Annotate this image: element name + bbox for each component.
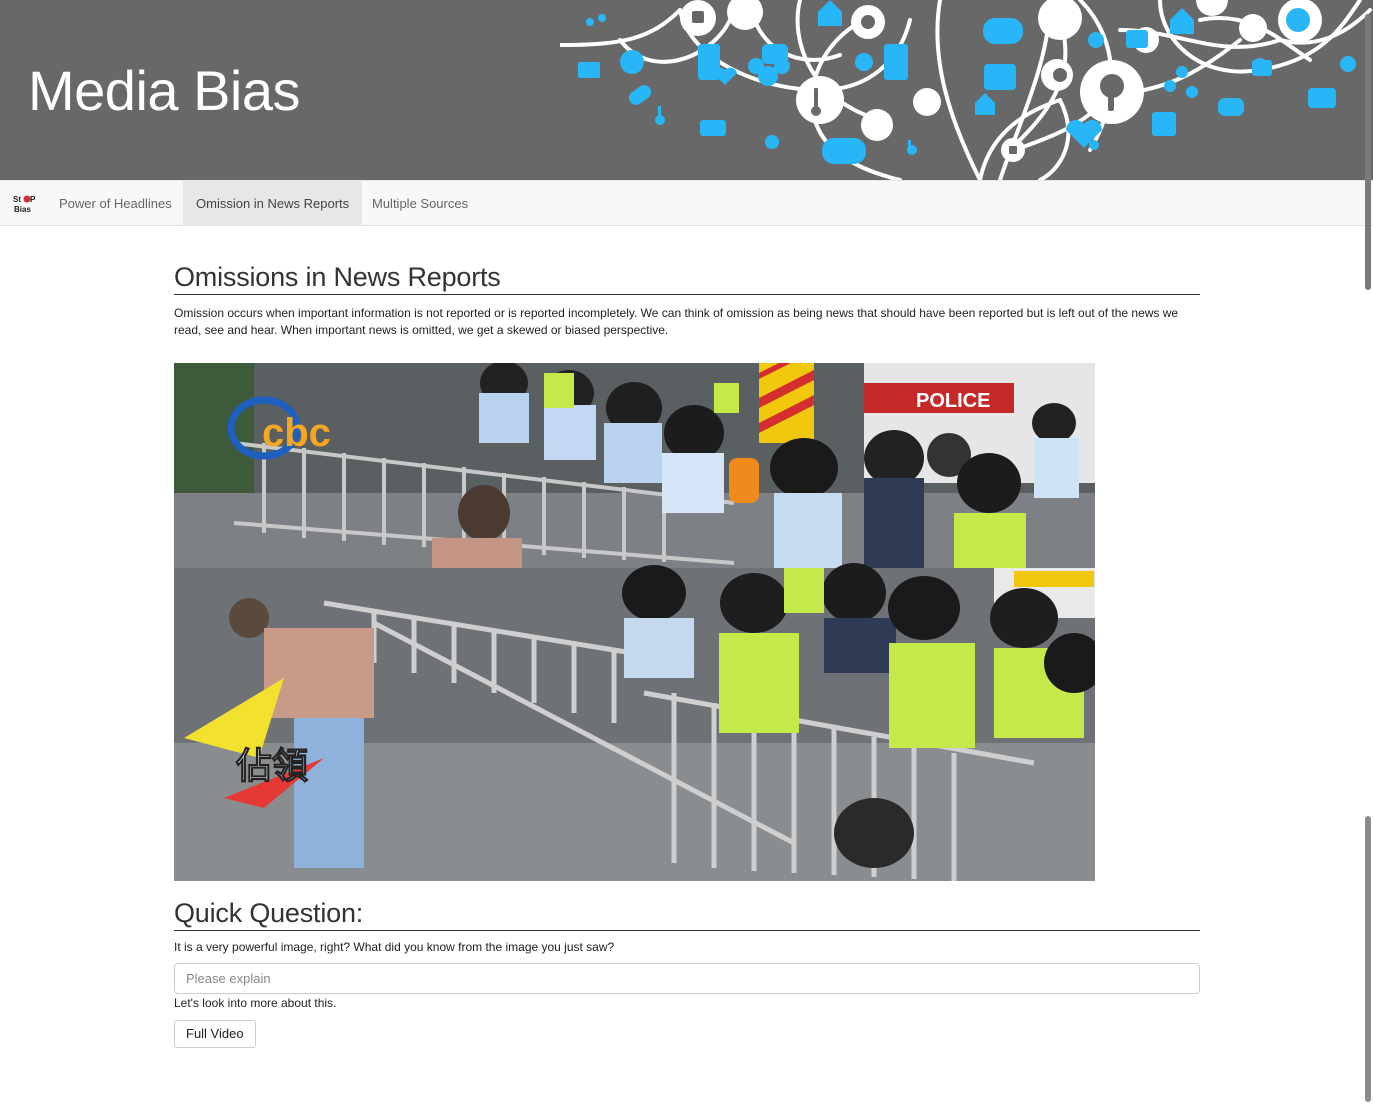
header-banner: Media Bias xyxy=(0,0,1373,180)
news-image: POLICE cbc 佔領 xyxy=(174,363,1095,881)
quick-question-heading: Quick Question: xyxy=(174,898,1200,931)
site-title: Media Bias xyxy=(28,59,301,122)
full-video-button[interactable]: Full Video xyxy=(174,1020,256,1048)
svg-text:St: St xyxy=(13,195,21,204)
protest-photo: POLICE cbc 佔領 xyxy=(174,363,1095,881)
svg-text:P: P xyxy=(30,195,36,204)
social-media-network-illustration xyxy=(560,0,1372,180)
nav-omission-in-news-reports[interactable]: Omission in News Reports xyxy=(183,181,363,226)
nav-multiple-sources[interactable]: Multiple Sources xyxy=(359,181,481,226)
answer-input[interactable] xyxy=(174,963,1200,994)
section-heading: Omissions in News Reports xyxy=(174,262,1200,295)
svg-text:Bias: Bias xyxy=(14,205,31,214)
quick-question-section: Quick Question: It is a very powerful im… xyxy=(174,898,1200,1048)
main-content: Omissions in News Reports Omission occur… xyxy=(174,262,1200,339)
page-scrollbar-thumb[interactable] xyxy=(1365,816,1371,1102)
occupy-logo-text: 佔領 xyxy=(235,745,308,787)
top-navbar: St P Bias Power of Headlines Omission in… xyxy=(0,180,1373,226)
nav-power-of-headlines[interactable]: Power of Headlines xyxy=(46,181,185,226)
cbc-logo-text: cbc xyxy=(262,411,331,455)
header-scrollbar-thumb[interactable] xyxy=(1365,14,1371,290)
stop-bias-logo[interactable]: St P Bias xyxy=(12,193,38,215)
quick-question-prompt: It is a very powerful image, right? What… xyxy=(174,940,615,954)
intro-paragraph: Omission occurs when important informati… xyxy=(174,306,1179,337)
police-sign-text: POLICE xyxy=(916,390,990,412)
followup-text: Let's look into more about this. xyxy=(174,996,337,1010)
